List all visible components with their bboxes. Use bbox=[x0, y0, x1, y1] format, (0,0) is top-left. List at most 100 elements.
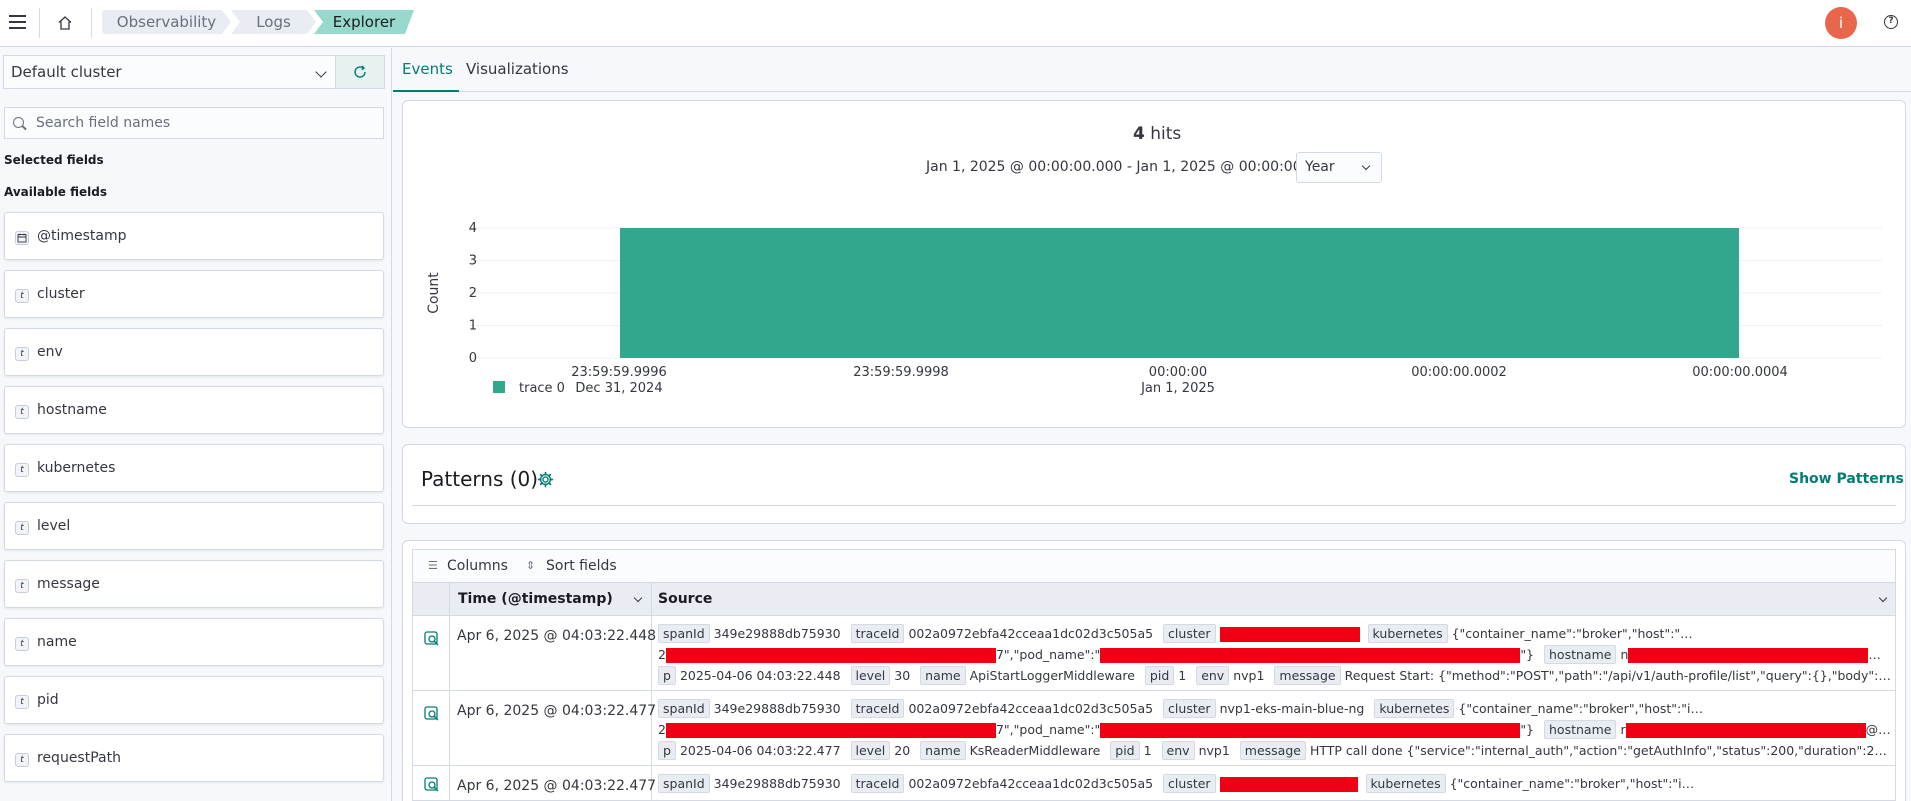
field-key: p bbox=[658, 741, 676, 760]
field-item-pid[interactable]: t pid bbox=[4, 676, 384, 724]
breadcrumb-explorer: Explorer bbox=[314, 10, 414, 34]
x-tick-label: 00:00:00 bbox=[1149, 365, 1207, 380]
field-name: requestPath bbox=[37, 750, 121, 766]
refresh-button[interactable] bbox=[335, 55, 385, 89]
y-tick-label: 3 bbox=[469, 254, 477, 269]
divider bbox=[651, 583, 652, 616]
field-name: message bbox=[37, 576, 100, 592]
redaction bbox=[1681, 777, 1891, 792]
field-item-message[interactable]: t message bbox=[4, 560, 384, 608]
table-toolbar: ☰ Columns ⇕ Sort fields bbox=[412, 549, 1896, 583]
field-item-name[interactable]: t name bbox=[4, 618, 384, 666]
field-key: traceId bbox=[850, 624, 905, 643]
text-type-icon: t bbox=[15, 521, 29, 535]
y-tick-label: 2 bbox=[469, 286, 477, 301]
show-patterns-button[interactable]: Show Patterns bbox=[1789, 471, 1904, 487]
legend-swatch bbox=[493, 381, 505, 393]
event-time: Apr 6, 2025 @ 04:03:22.477 bbox=[457, 703, 657, 719]
field-key: kubernetes bbox=[1374, 699, 1455, 718]
inspect-icon[interactable] bbox=[423, 776, 441, 794]
y-tick-label: 4 bbox=[469, 221, 477, 236]
field-key: spanId bbox=[658, 699, 710, 718]
field-item-env[interactable]: t env bbox=[4, 328, 384, 376]
text-type-icon: t bbox=[15, 579, 29, 593]
inspect-icon[interactable] bbox=[423, 630, 441, 648]
source-column-header: Source bbox=[658, 591, 713, 607]
field-key: cluster bbox=[1163, 699, 1216, 718]
field-name: cluster bbox=[37, 286, 85, 302]
columns-button[interactable]: Columns bbox=[447, 550, 508, 582]
divider bbox=[39, 8, 40, 38]
chevron-down-icon[interactable] bbox=[1878, 593, 1888, 603]
field-item-kubernetes[interactable]: t kubernetes bbox=[4, 444, 384, 492]
selected-fields-title: Selected fields bbox=[4, 153, 104, 167]
x-tick-label: 00:00:00.0004 bbox=[1692, 365, 1788, 380]
field-search-input[interactable] bbox=[36, 108, 376, 138]
tab-events[interactable]: Events bbox=[402, 60, 453, 78]
field-key: level bbox=[850, 741, 891, 760]
redaction bbox=[1690, 702, 1891, 717]
tabs-border bbox=[393, 91, 1911, 92]
gear-icon[interactable] bbox=[537, 471, 554, 488]
legend-label: trace 0 bbox=[519, 381, 565, 396]
cluster-select[interactable]: Default cluster bbox=[3, 55, 335, 89]
x-tick-label: 23:59:59.9996 bbox=[571, 365, 667, 380]
field-key: kubernetes bbox=[1367, 624, 1448, 643]
redaction bbox=[1100, 723, 1521, 738]
search-icon bbox=[13, 117, 24, 128]
x-tick-label: 00:00:00.0002 bbox=[1411, 365, 1507, 380]
divider bbox=[412, 505, 1896, 506]
patterns-title: Patterns (0) bbox=[421, 467, 539, 491]
field-key: name bbox=[920, 741, 966, 760]
avatar[interactable]: i bbox=[1825, 7, 1857, 39]
inspect-icon[interactable] bbox=[423, 705, 441, 723]
field-key: cluster bbox=[1163, 624, 1216, 643]
y-tick-label: 1 bbox=[469, 319, 477, 334]
redaction bbox=[1625, 723, 1866, 738]
text-type-icon: t bbox=[15, 463, 29, 477]
field-key: message bbox=[1274, 666, 1341, 685]
bar bbox=[620, 228, 1739, 358]
field-name: level bbox=[37, 518, 71, 534]
field-key: kubernetes bbox=[1365, 774, 1446, 793]
event-time: Apr 6, 2025 @ 04:03:22.448 bbox=[457, 628, 657, 644]
chevron-down-icon bbox=[315, 66, 327, 78]
field-key: hostname bbox=[1544, 720, 1617, 739]
home-icon[interactable] bbox=[52, 10, 78, 36]
table-header: Time (@timestamp) Source bbox=[412, 583, 1896, 616]
text-type-icon: t bbox=[15, 405, 29, 419]
field-key: env bbox=[1161, 741, 1195, 760]
divider bbox=[91, 8, 92, 38]
table-row[interactable]: Apr 6, 2025 @ 04:03:22.448 spanId 349e298… bbox=[412, 616, 1896, 691]
interval-select[interactable]: Year bbox=[1296, 152, 1382, 183]
field-key: pid bbox=[1144, 666, 1175, 685]
field-item-timestamp[interactable]: @timestamp bbox=[4, 212, 384, 260]
field-key: pid bbox=[1110, 741, 1140, 760]
menu-icon[interactable] bbox=[6, 9, 30, 35]
text-type-icon: t bbox=[15, 347, 29, 361]
field-key: env bbox=[1196, 666, 1230, 685]
date-range: Jan 1, 2025 @ 00:00:00.000 - Jan 1, 2025… bbox=[926, 159, 1333, 175]
table-row[interactable]: Apr 6, 2025 @ 04:03:22.477 spanId 349e298… bbox=[412, 691, 1896, 766]
field-item-requestpath[interactable]: t requestPath bbox=[4, 734, 384, 782]
tab-visualizations[interactable]: Visualizations bbox=[466, 60, 569, 78]
field-item-level[interactable]: t level bbox=[4, 502, 384, 550]
field-key: cluster bbox=[1163, 774, 1216, 793]
y-axis-label: Count bbox=[426, 272, 442, 314]
chevron-down-icon[interactable] bbox=[633, 593, 643, 603]
table-row[interactable]: Apr 6, 2025 @ 04:03:22.477 spanId 349e298… bbox=[412, 766, 1896, 801]
sort-fields-button[interactable]: Sort fields bbox=[546, 550, 617, 582]
help-icon[interactable]: ? bbox=[1884, 15, 1898, 29]
field-key: level bbox=[850, 666, 891, 685]
redaction bbox=[1219, 777, 1358, 792]
field-item-hostname[interactable]: t hostname bbox=[4, 386, 384, 434]
breadcrumb-logs[interactable]: Logs bbox=[231, 10, 316, 34]
breadcrumb-observability[interactable]: Observability bbox=[102, 10, 231, 34]
time-column-header[interactable]: Time (@timestamp) bbox=[458, 583, 613, 615]
field-item-cluster[interactable]: t cluster bbox=[4, 270, 384, 318]
field-name: pid bbox=[37, 692, 59, 708]
field-sidebar: Default cluster Selected fields Availabl… bbox=[0, 48, 392, 801]
field-key: traceId bbox=[850, 774, 905, 793]
field-key: spanId bbox=[658, 774, 710, 793]
redaction bbox=[665, 723, 996, 738]
